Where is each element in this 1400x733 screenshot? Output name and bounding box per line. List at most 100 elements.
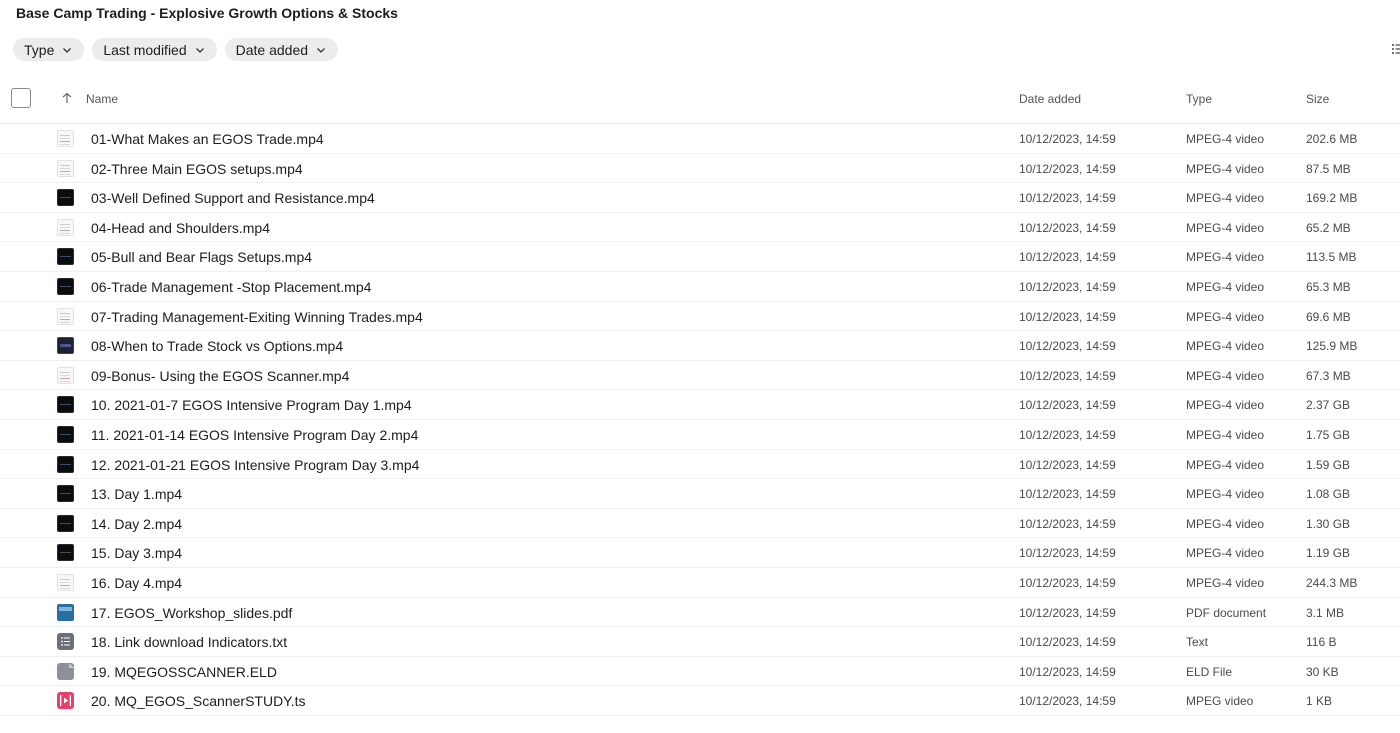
file-type: MPEG-4 video bbox=[1186, 191, 1265, 206]
text-file-icon bbox=[57, 633, 74, 651]
video-thumbnail-icon bbox=[57, 277, 74, 295]
file-name: 05-Bull and Bear Flags Setups.mp4 bbox=[91, 249, 313, 266]
file-size: 1 KB bbox=[1306, 694, 1333, 709]
file-name: 09-Bonus- Using the EGOS Scanner.mp4 bbox=[91, 367, 350, 384]
file-type: MPEG-4 video bbox=[1186, 220, 1265, 235]
file-row[interactable]: 02-Three Main EGOS setups.mp4 10/12/2023,… bbox=[0, 154, 1400, 184]
file-name: 01-What Makes an EGOS Trade.mp4 bbox=[91, 131, 324, 147]
file-size: 65.3 MB bbox=[1306, 279, 1351, 294]
file-name: 18. Link download Indicators.txt bbox=[91, 634, 288, 651]
video-thumbnail-icon bbox=[57, 514, 74, 532]
file-row[interactable]: 01-What Makes an EGOS Trade.mp4 10/12/202… bbox=[0, 124, 1400, 154]
file-row[interactable]: 03-Well Defined Support and Resistance.m… bbox=[0, 183, 1400, 213]
file-name: 02-Three Main EGOS setups.mp4 bbox=[91, 160, 303, 177]
file-type: MPEG video bbox=[1186, 694, 1254, 709]
file-date-added: 10/12/2023, 14:59 bbox=[1019, 339, 1116, 354]
file-row[interactable]: 13. Day 1.mp4 10/12/2023, 14:59 MPEG-4 vid… bbox=[0, 479, 1400, 509]
file-date-added: 10/12/2023, 14:59 bbox=[1019, 664, 1116, 679]
file-name: 10. 2021-01-7 EGOS Intensive Program Day… bbox=[91, 397, 412, 414]
video-thumbnail-icon bbox=[57, 485, 74, 503]
file-type: MPEG-4 video bbox=[1186, 427, 1265, 442]
filter-date-added-button[interactable]: Date added bbox=[224, 38, 339, 61]
file-date-added: 10/12/2023, 14:59 bbox=[1019, 457, 1116, 472]
file-type: MPEG-4 video bbox=[1186, 368, 1265, 383]
file-type: ELD File bbox=[1186, 664, 1233, 679]
file-row[interactable]: 20. MQ_EGOS_ScannerSTUDY.ts 10/12/2023, 1… bbox=[0, 686, 1400, 716]
file-size: 1.75 GB bbox=[1306, 427, 1351, 442]
file-row[interactable]: 19. MQEGOSSCANNER.ELD 10/12/2023, 14:59 EL… bbox=[0, 657, 1400, 687]
file-row[interactable]: 10. 2021-01-7 EGOS Intensive Program Day… bbox=[0, 390, 1400, 420]
file-type: MPEG-4 video bbox=[1186, 546, 1265, 561]
file-date-added: 10/12/2023, 14:59 bbox=[1019, 516, 1116, 531]
filter-last-modified-button[interactable]: Last modified bbox=[92, 38, 217, 61]
sort-ascending-arrow-icon[interactable] bbox=[61, 92, 73, 104]
pdf-thumbnail-icon bbox=[57, 603, 74, 621]
file-name: 04-Head and Shoulders.mp4 bbox=[91, 219, 271, 236]
file-type: MPEG-4 video bbox=[1186, 398, 1265, 413]
file-date-added: 10/12/2023, 14:59 bbox=[1019, 309, 1116, 324]
file-size: 116 B bbox=[1306, 635, 1337, 650]
column-header-name[interactable]: Name bbox=[86, 92, 118, 106]
file-type: MPEG-4 video bbox=[1186, 575, 1265, 590]
file-row[interactable]: 08-When to Trade Stock vs Options.mp4 10/… bbox=[0, 331, 1400, 361]
file-size: 113.5 MB bbox=[1306, 250, 1357, 265]
file-size: 87.5 MB bbox=[1306, 161, 1351, 176]
file-date-added: 10/12/2023, 14:59 bbox=[1019, 368, 1116, 383]
file-name: 20. MQ_EGOS_ScannerSTUDY.ts bbox=[91, 693, 306, 710]
file-type: MPEG-4 video bbox=[1186, 132, 1265, 146]
file-row[interactable]: 06-Trade Management -Stop Placement.mp4 1… bbox=[0, 272, 1400, 302]
list-view-icon[interactable] bbox=[1390, 42, 1400, 56]
file-name: 06-Trade Management -Stop Placement.mp4 bbox=[91, 278, 372, 295]
column-header-size[interactable]: Size bbox=[1306, 92, 1329, 106]
filter-type-label: Type bbox=[24, 41, 55, 58]
file-row[interactable]: 18. Link download Indicators.txt 10/12/20… bbox=[0, 627, 1400, 657]
file-row[interactable]: 07-Trading Management-Exiting Winning Tr… bbox=[0, 302, 1400, 332]
video-thumbnail-icon bbox=[57, 189, 74, 207]
file-row[interactable]: 15. Day 3.mp4 10/12/2023, 14:59 MPEG-4 vid… bbox=[0, 538, 1400, 568]
select-all-checkbox[interactable] bbox=[11, 88, 31, 108]
file-row[interactable]: 05-Bull and Bear Flags Setups.mp4 10/12/2… bbox=[0, 242, 1400, 272]
file-size: 69.6 MB bbox=[1306, 309, 1351, 324]
chevron-down-icon bbox=[63, 47, 72, 53]
file-row[interactable]: 04-Head and Shoulders.mp4 10/12/2023, 14:… bbox=[0, 213, 1400, 243]
file-type: MPEG-4 video bbox=[1186, 161, 1265, 176]
file-size: 1.59 GB bbox=[1306, 457, 1351, 472]
file-name: 15. Day 3.mp4 bbox=[91, 545, 183, 562]
file-row[interactable]: 11. 2021-01-14 EGOS Intensive Program Da… bbox=[0, 420, 1400, 450]
chevron-down-icon bbox=[317, 47, 326, 53]
filter-last-modified-label: Last modified bbox=[103, 41, 187, 58]
file-size: 169.2 MB bbox=[1306, 191, 1358, 206]
file-row[interactable]: 16. Day 4.mp4 10/12/2023, 14:59 MPEG-4 vid… bbox=[0, 568, 1400, 598]
video-file-icon bbox=[57, 692, 74, 710]
file-row[interactable]: 12. 2021-01-21 EGOS Intensive Program Da… bbox=[0, 450, 1400, 480]
file-name: 03-Well Defined Support and Resistance.m… bbox=[91, 190, 375, 207]
file-size: 1.19 GB bbox=[1306, 546, 1351, 561]
filter-date-added-label: Date added bbox=[235, 41, 309, 58]
file-date-added: 10/12/2023, 14:59 bbox=[1019, 220, 1116, 235]
file-name: 19. MQEGOSSCANNER.ELD bbox=[91, 663, 277, 680]
file-size: 1.08 GB bbox=[1306, 487, 1351, 502]
video-thumbnail-icon bbox=[57, 396, 74, 414]
file-type: MPEG-4 video bbox=[1186, 250, 1265, 265]
file-size: 244.3 MB bbox=[1306, 575, 1358, 590]
video-thumbnail-icon bbox=[57, 455, 74, 473]
column-header-type[interactable]: Type bbox=[1186, 92, 1212, 106]
file-row[interactable]: 09-Bonus- Using the EGOS Scanner.mp4 10/1… bbox=[0, 361, 1400, 391]
file-size: 2.37 GB bbox=[1306, 398, 1351, 413]
filter-bar: Type Last modified Date added bbox=[13, 38, 339, 61]
file-date-added: 10/12/2023, 14:59 bbox=[1019, 694, 1116, 709]
column-header-date-added[interactable]: Date added bbox=[1019, 92, 1081, 106]
file-size: 65.2 MB bbox=[1306, 220, 1351, 235]
file-date-added: 10/12/2023, 14:59 bbox=[1019, 279, 1116, 294]
filter-type-button[interactable]: Type bbox=[13, 38, 85, 61]
file-size: 67.3 MB bbox=[1306, 368, 1351, 383]
file-name: 11. 2021-01-14 EGOS Intensive Program Da… bbox=[91, 426, 419, 443]
file-row[interactable]: 14. Day 2.mp4 10/12/2023, 14:59 MPEG-4 vid… bbox=[0, 509, 1400, 539]
file-type: MPEG-4 video bbox=[1186, 487, 1265, 502]
file-name: 13. Day 1.mp4 bbox=[91, 486, 183, 503]
page-title: Base Camp Trading - Explosive Growth Opt… bbox=[16, 5, 398, 21]
file-name: 12. 2021-01-21 EGOS Intensive Program Da… bbox=[91, 456, 420, 473]
table-header: Name Date added Type Size bbox=[0, 80, 1400, 124]
file-row[interactable]: 17. EGOS_Workshop_slides.pdf 10/12/2023, … bbox=[0, 598, 1400, 628]
file-size: 1.30 GB bbox=[1306, 516, 1351, 531]
